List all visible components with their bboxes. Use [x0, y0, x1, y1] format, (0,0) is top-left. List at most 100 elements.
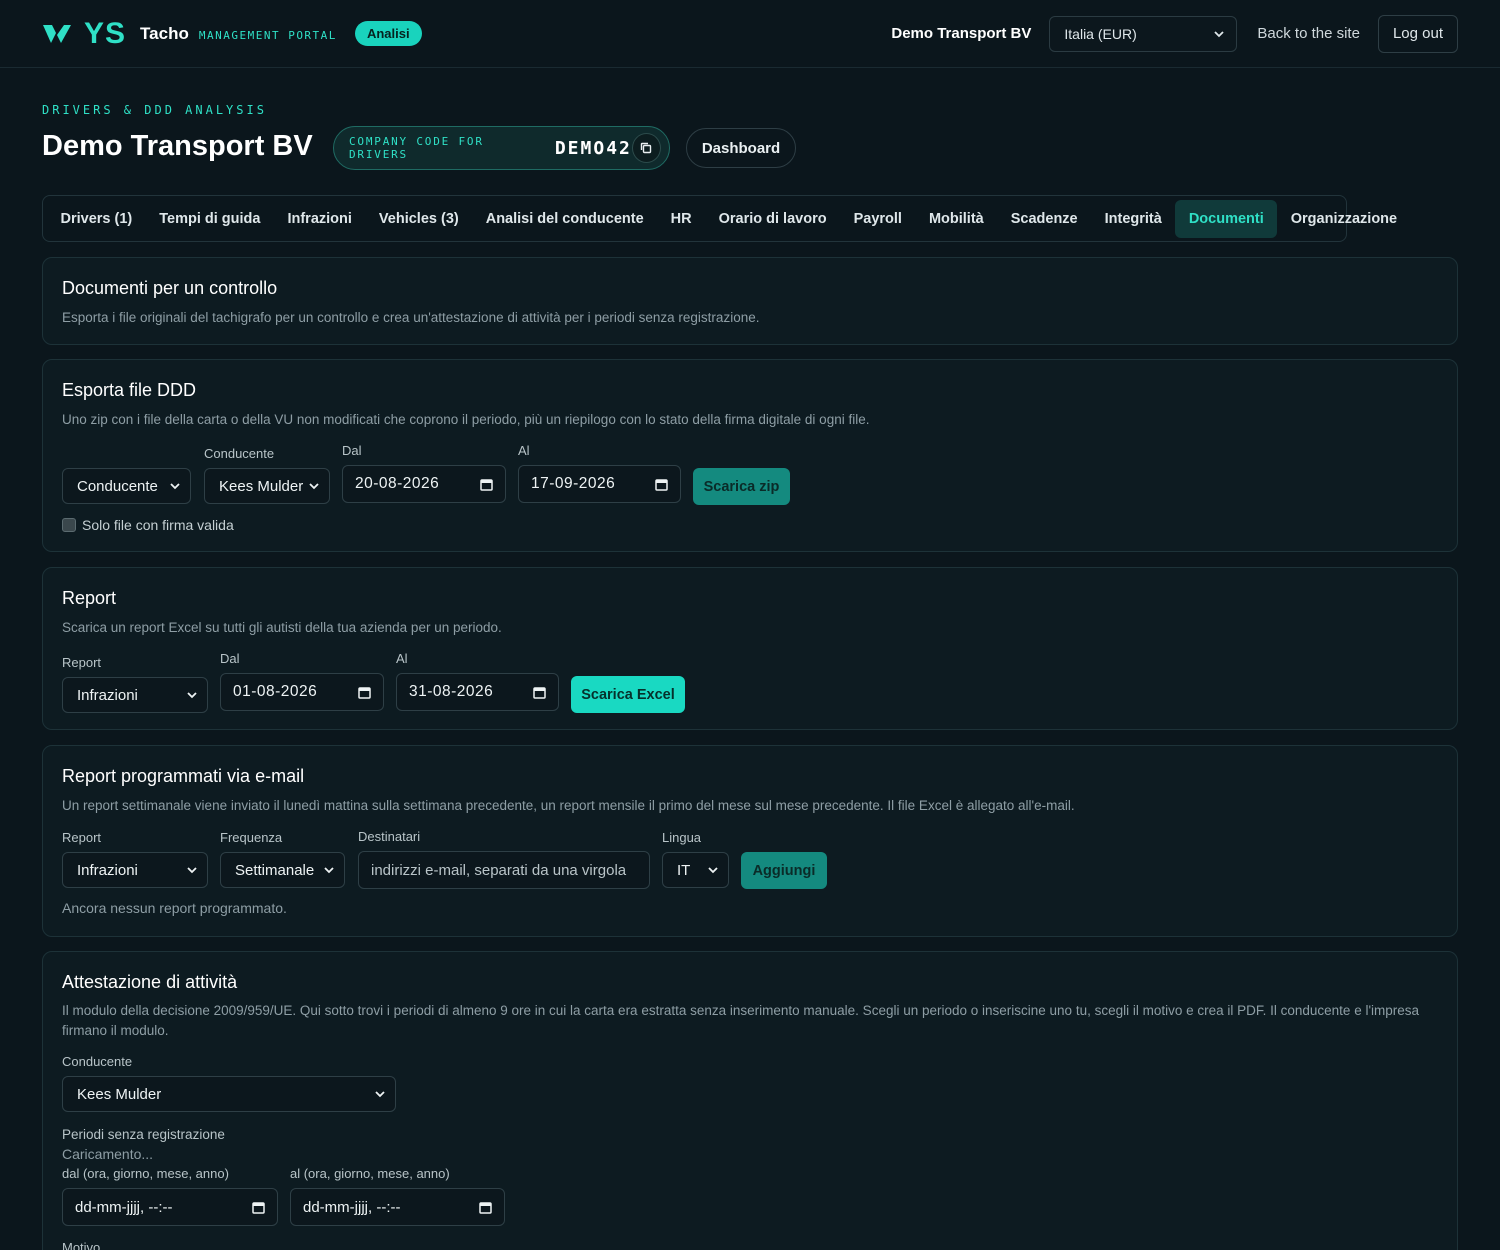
report-to-label: Al — [396, 651, 408, 666]
attest-title: Attestazione di attività — [62, 972, 238, 992]
attest-desc: Il modulo della decisione 2009/959/UE. Q… — [62, 1003, 1420, 1038]
chevron-down-icon — [324, 867, 334, 874]
ddd-from-value: 20-08-2026 — [355, 475, 440, 492]
ddd-from-date-input[interactable]: 20-08-2026 — [342, 465, 506, 503]
report-type-select[interactable]: Infrazioni — [62, 677, 208, 713]
calendar-icon[interactable] — [252, 1201, 265, 1214]
tab-organizzazione[interactable]: Organizzazione — [1277, 200, 1410, 238]
copy-icon — [641, 142, 652, 154]
page-title: Demo Transport BV — [42, 130, 313, 162]
tab-tempi-di-guida[interactable]: Tempi di guida — [146, 200, 274, 238]
download-excel-button[interactable]: Scarica Excel — [571, 676, 685, 713]
report-from-value: 01-08-2026 — [233, 683, 318, 700]
ddd-to-label: Al — [518, 443, 530, 458]
calendar-icon[interactable] — [480, 478, 493, 491]
tab-analisi-conducente[interactable]: Analisi del conducente — [472, 200, 657, 238]
scheduled-report-label: Report — [62, 830, 102, 845]
report-title: Report — [62, 588, 117, 608]
tab-orario-di-lavoro[interactable]: Orario di lavoro — [705, 200, 840, 238]
documents-title: Documenti per un controllo — [62, 278, 278, 298]
tab-payroll[interactable]: Payroll — [840, 200, 915, 238]
ddd-driver-value: Kees Mulder — [219, 477, 304, 495]
chevron-down-icon — [1214, 30, 1225, 37]
company-code-label: COMPANY CODE FOR DRIVERS — [349, 135, 484, 161]
attest-driver-value: Kees Mulder — [77, 1085, 162, 1103]
report-desc: Scarica un report Excel su tutti gli aut… — [62, 620, 502, 635]
region-select[interactable]: Italia (EUR) — [1049, 15, 1238, 52]
dashboard-button[interactable]: Dashboard — [686, 128, 796, 168]
ddd-to-date-input[interactable]: 17-09-2026 — [518, 465, 681, 503]
language-value: IT — [677, 861, 691, 879]
tab-hr[interactable]: HR — [657, 200, 705, 238]
scheduled-desc: Un report settimanale viene inviato il l… — [62, 798, 1075, 813]
documents-card: Documenti per un controllo Esporta i fil… — [42, 257, 1458, 345]
section-tabs: Drivers (1) Tempi di guida Infrazioni Ve… — [42, 195, 1397, 242]
chevron-down-icon — [375, 1091, 385, 1098]
ddd-desc: Uno zip con i file della carta o della V… — [62, 412, 870, 427]
ddd-export-card: Esporta file DDD Uno zip con i file dell… — [42, 359, 1458, 552]
tab-vehicles[interactable]: Vehicles (3) — [365, 200, 472, 238]
region-select-value: Italia (EUR) — [1064, 25, 1137, 42]
back-to-site-link[interactable]: Back to the site — [1257, 25, 1360, 42]
period-to-placeholder: dd-mm-jjjj, --:-- — [303, 1198, 401, 1216]
company-code-value: DEMO42 — [554, 137, 632, 159]
copy-code-button[interactable] — [631, 133, 661, 163]
chevron-down-icon — [170, 483, 180, 490]
valid-signature-checkbox[interactable] — [62, 518, 76, 532]
logout-button[interactable]: Log out — [1377, 14, 1458, 53]
logo-mark-icon — [42, 21, 72, 47]
language-select[interactable]: IT — [662, 852, 729, 888]
ddd-title: Esporta file DDD — [62, 380, 197, 400]
frequency-label: Frequenza — [220, 830, 283, 845]
activity-attestation-card: Attestazione di attività Il modulo della… — [42, 951, 1458, 1250]
no-schedules-message: Ancora nessun report programmato. — [62, 900, 287, 916]
period-to-input[interactable]: dd-mm-jjjj, --:-- — [290, 1188, 505, 1226]
tab-integrita[interactable]: Integrità — [1091, 200, 1175, 238]
periods-label: Periodi senza registrazione — [62, 1127, 225, 1142]
logo-wordmark: YS — [84, 16, 127, 50]
scheduled-title: Report programmati via e-mail — [62, 766, 305, 786]
tab-documenti[interactable]: Documenti — [1175, 199, 1278, 238]
language-label: Lingua — [662, 830, 702, 845]
scheduled-report-select[interactable]: Infrazioni — [62, 852, 208, 888]
period-from-label: dal (ora, giorno, mese, anno) — [62, 1166, 229, 1181]
ddd-type-select[interactable]: Conducente — [62, 468, 191, 504]
calendar-icon[interactable] — [655, 478, 668, 491]
top-bar: YS Tacho MANAGEMENT PORTAL Analisi Demo … — [0, 0, 1500, 68]
ddd-from-label: Dal — [342, 443, 362, 458]
period-to-label: al (ora, giorno, mese, anno) — [290, 1166, 450, 1181]
periods-loading: Caricamento... — [62, 1146, 154, 1162]
report-to-date-input[interactable]: 31-08-2026 — [396, 673, 559, 711]
tab-drivers[interactable]: Drivers (1) — [47, 200, 146, 238]
brand-logo[interactable]: YS Tacho MANAGEMENT PORTAL Analisi — [42, 17, 422, 51]
scheduled-report-value: Infrazioni — [77, 861, 138, 879]
frequency-select[interactable]: Settimanale — [220, 852, 345, 888]
chevron-down-icon — [187, 692, 197, 699]
report-to-value: 31-08-2026 — [409, 683, 494, 700]
report-from-date-input[interactable]: 01-08-2026 — [220, 673, 384, 711]
scheduled-reports-card: Report programmati via e-mail Un report … — [42, 745, 1458, 937]
product-subtitle: MANAGEMENT PORTAL — [198, 29, 337, 42]
period-from-input[interactable]: dd-mm-jjjj, --:-- — [62, 1188, 278, 1226]
ddd-driver-select[interactable]: Kees Mulder — [204, 468, 330, 504]
valid-signature-label: Solo file con firma valida — [82, 517, 234, 533]
product-name: Tacho — [140, 23, 189, 43]
documents-desc: Esporta i file originali del tachigrafo … — [62, 310, 760, 325]
attest-driver-select[interactable]: Kees Mulder — [62, 1076, 396, 1112]
recipients-input[interactable]: indirizzi e-mail, separati da una virgol… — [358, 851, 650, 889]
add-schedule-button[interactable]: Aggiungi — [741, 852, 827, 889]
recipients-placeholder: indirizzi e-mail, separati da una virgol… — [371, 861, 627, 879]
chevron-down-icon — [187, 867, 197, 874]
attest-driver-label: Conducente — [62, 1054, 133, 1069]
company-code-pill: COMPANY CODE FOR DRIVERS DEMO42 — [333, 126, 670, 170]
tab-infrazioni[interactable]: Infrazioni — [274, 200, 365, 238]
calendar-icon[interactable] — [358, 686, 371, 699]
topbar-company-name: Demo Transport BV — [891, 25, 1032, 42]
tab-mobilita[interactable]: Mobilità — [915, 200, 997, 238]
tab-scadenze[interactable]: Scadenze — [997, 200, 1091, 238]
report-card: Report Scarica un report Excel su tutti … — [42, 567, 1458, 730]
calendar-icon[interactable] — [479, 1201, 492, 1214]
download-zip-button[interactable]: Scarica zip — [693, 468, 790, 505]
calendar-icon[interactable] — [533, 686, 546, 699]
reason-label: Motivo — [62, 1240, 101, 1250]
